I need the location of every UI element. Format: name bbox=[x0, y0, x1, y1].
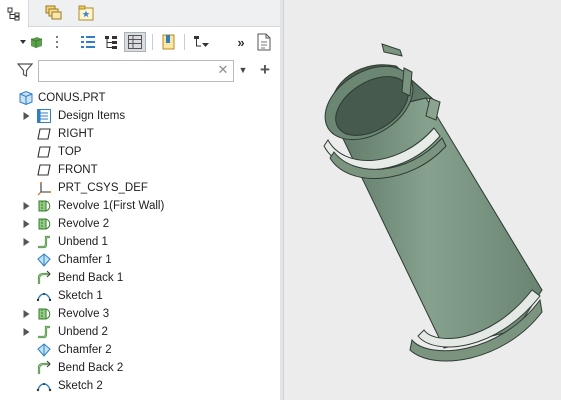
graphics-window[interactable] bbox=[284, 0, 561, 400]
panel-tabs bbox=[0, 0, 283, 28]
clear-search-icon[interactable]: ✕ bbox=[216, 63, 230, 77]
unbend-icon bbox=[38, 325, 50, 339]
tree-item-label: Revolve 3 bbox=[58, 308, 110, 320]
favorites-icon bbox=[78, 5, 94, 21]
expand-arrow-icon[interactable] bbox=[22, 201, 31, 211]
tree-item-revolve-1-first-wall[interactable]: Revolve 1(First Wall) bbox=[0, 197, 280, 215]
settings-tree-button[interactable] bbox=[124, 32, 146, 52]
model-tree-icon bbox=[7, 7, 20, 20]
tree-toolbar: » bbox=[0, 27, 283, 57]
tree-item-revolve-3[interactable]: Revolve 3 bbox=[0, 305, 280, 323]
panel-splitter[interactable] bbox=[280, 0, 283, 400]
document-settings-button[interactable] bbox=[256, 32, 272, 52]
tree-item-label: CONUS.PRT bbox=[38, 92, 106, 104]
bend-back-icon bbox=[37, 360, 51, 374]
tree-item-label: Sketch 2 bbox=[58, 380, 103, 392]
display-style-icon bbox=[20, 37, 43, 48]
bookmark-icon bbox=[162, 34, 175, 50]
part-icon bbox=[19, 90, 33, 106]
tree-item-unbend-2[interactable]: Unbend 2 bbox=[0, 323, 280, 341]
chamfer-icon bbox=[37, 253, 51, 267]
overflow-chevron-icon[interactable]: » bbox=[234, 32, 248, 52]
tree-item-front[interactable]: FRONT bbox=[0, 161, 280, 179]
tree-item-bend-back-1[interactable]: Bend Back 1 bbox=[0, 269, 280, 287]
search-options-chevron-icon[interactable]: ▼ bbox=[237, 63, 249, 77]
tree-item-design-items[interactable]: Design Items bbox=[0, 107, 280, 125]
tree-item-chamfer-2[interactable]: Chamfer 2 bbox=[0, 341, 280, 359]
datum-plane-icon bbox=[37, 128, 51, 140]
bend-back-icon bbox=[37, 270, 51, 284]
tree-item-chamfer-1[interactable]: Chamfer 1 bbox=[0, 251, 280, 269]
tab-favorites[interactable] bbox=[72, 0, 100, 26]
list-view-icon bbox=[81, 36, 95, 48]
tree-item-label: Revolve 1(First Wall) bbox=[58, 200, 165, 212]
datum-plane-icon bbox=[37, 164, 51, 176]
more-options-icon[interactable] bbox=[54, 32, 60, 52]
tree-item-label: Sketch 1 bbox=[58, 290, 103, 302]
expand-arrow-icon[interactable] bbox=[22, 219, 31, 229]
tree-item-label: Bend Back 2 bbox=[58, 362, 124, 374]
layers-icon bbox=[45, 5, 62, 20]
conus-part-model[interactable] bbox=[312, 43, 543, 362]
funnel-icon[interactable] bbox=[17, 62, 33, 78]
expand-arrow-icon[interactable] bbox=[22, 111, 31, 121]
revolve-icon bbox=[38, 200, 51, 212]
tree-root-item[interactable]: CONUS.PRT bbox=[0, 89, 280, 107]
tree-item-label: Unbend 1 bbox=[58, 236, 108, 248]
tab-layers[interactable] bbox=[39, 0, 67, 26]
tree-item-label: PRT_CSYS_DEF bbox=[58, 182, 148, 194]
tree-item-label: Chamfer 2 bbox=[58, 344, 112, 356]
tree-item-label: RIGHT bbox=[58, 128, 94, 140]
tree-item-label: Chamfer 1 bbox=[58, 254, 112, 266]
tree-item-label: Unbend 2 bbox=[58, 326, 108, 338]
chamfer-icon bbox=[37, 343, 51, 357]
search-row: ✕ ▼ + bbox=[0, 58, 283, 86]
show-tree-button[interactable] bbox=[102, 32, 120, 52]
tree-item-label: Design Items bbox=[58, 110, 126, 122]
expand-arrow-icon[interactable] bbox=[22, 327, 31, 337]
tree-item-label: FRONT bbox=[58, 164, 98, 176]
tree-item-label: Revolve 2 bbox=[58, 218, 110, 230]
tree-item-sketch-2[interactable]: Sketch 2 bbox=[0, 377, 280, 395]
document-icon bbox=[257, 33, 271, 51]
tree-item-unbend-1[interactable]: Unbend 1 bbox=[0, 233, 280, 251]
search-input[interactable] bbox=[38, 60, 234, 82]
filter-dropdown-button[interactable] bbox=[192, 32, 212, 52]
tree-filter-icon bbox=[194, 36, 209, 47]
table-settings-icon bbox=[128, 35, 142, 49]
tree-item-top[interactable]: TOP bbox=[0, 143, 280, 161]
display-style-button[interactable] bbox=[18, 32, 50, 52]
tree-item-label: TOP bbox=[58, 146, 82, 158]
tree-item-right[interactable]: RIGHT bbox=[0, 125, 280, 143]
tree-item-label: Bend Back 1 bbox=[58, 272, 124, 284]
add-column-button[interactable]: + bbox=[256, 60, 274, 80]
tab-model-tree[interactable] bbox=[0, 0, 29, 28]
expand-arrow-icon[interactable] bbox=[22, 237, 31, 247]
revolve-icon bbox=[38, 218, 51, 230]
tree-item-prt-csys-def[interactable]: PRT_CSYS_DEF bbox=[0, 179, 280, 197]
datum-plane-icon bbox=[37, 146, 51, 158]
model-tree: CONUS.PRT Design Items RIGHT TOP FRONT PRT_C… bbox=[0, 89, 280, 395]
model-3d-view bbox=[312, 43, 543, 362]
tree-view-icon bbox=[105, 36, 117, 49]
revolve-icon bbox=[38, 308, 51, 320]
tree-item-bend-back-2[interactable]: Bend Back 2 bbox=[0, 359, 280, 377]
csys-icon bbox=[37, 182, 51, 196]
tree-item-sketch-1[interactable]: Sketch 1 bbox=[0, 287, 280, 305]
expand-arrow-icon[interactable] bbox=[22, 309, 31, 319]
design-items-icon bbox=[37, 109, 51, 123]
insert-here-button[interactable] bbox=[160, 32, 178, 52]
tree-item-revolve-2[interactable]: Revolve 2 bbox=[0, 215, 280, 233]
model-tree-panel: » ✕ ▼ + CONUS.PRT Design Items RIGHT TOP FR… bbox=[0, 0, 284, 400]
sketch-icon bbox=[36, 383, 52, 392]
sketch-icon bbox=[36, 293, 52, 302]
unbend-icon bbox=[38, 235, 50, 249]
tree-columns-button[interactable] bbox=[78, 32, 98, 52]
